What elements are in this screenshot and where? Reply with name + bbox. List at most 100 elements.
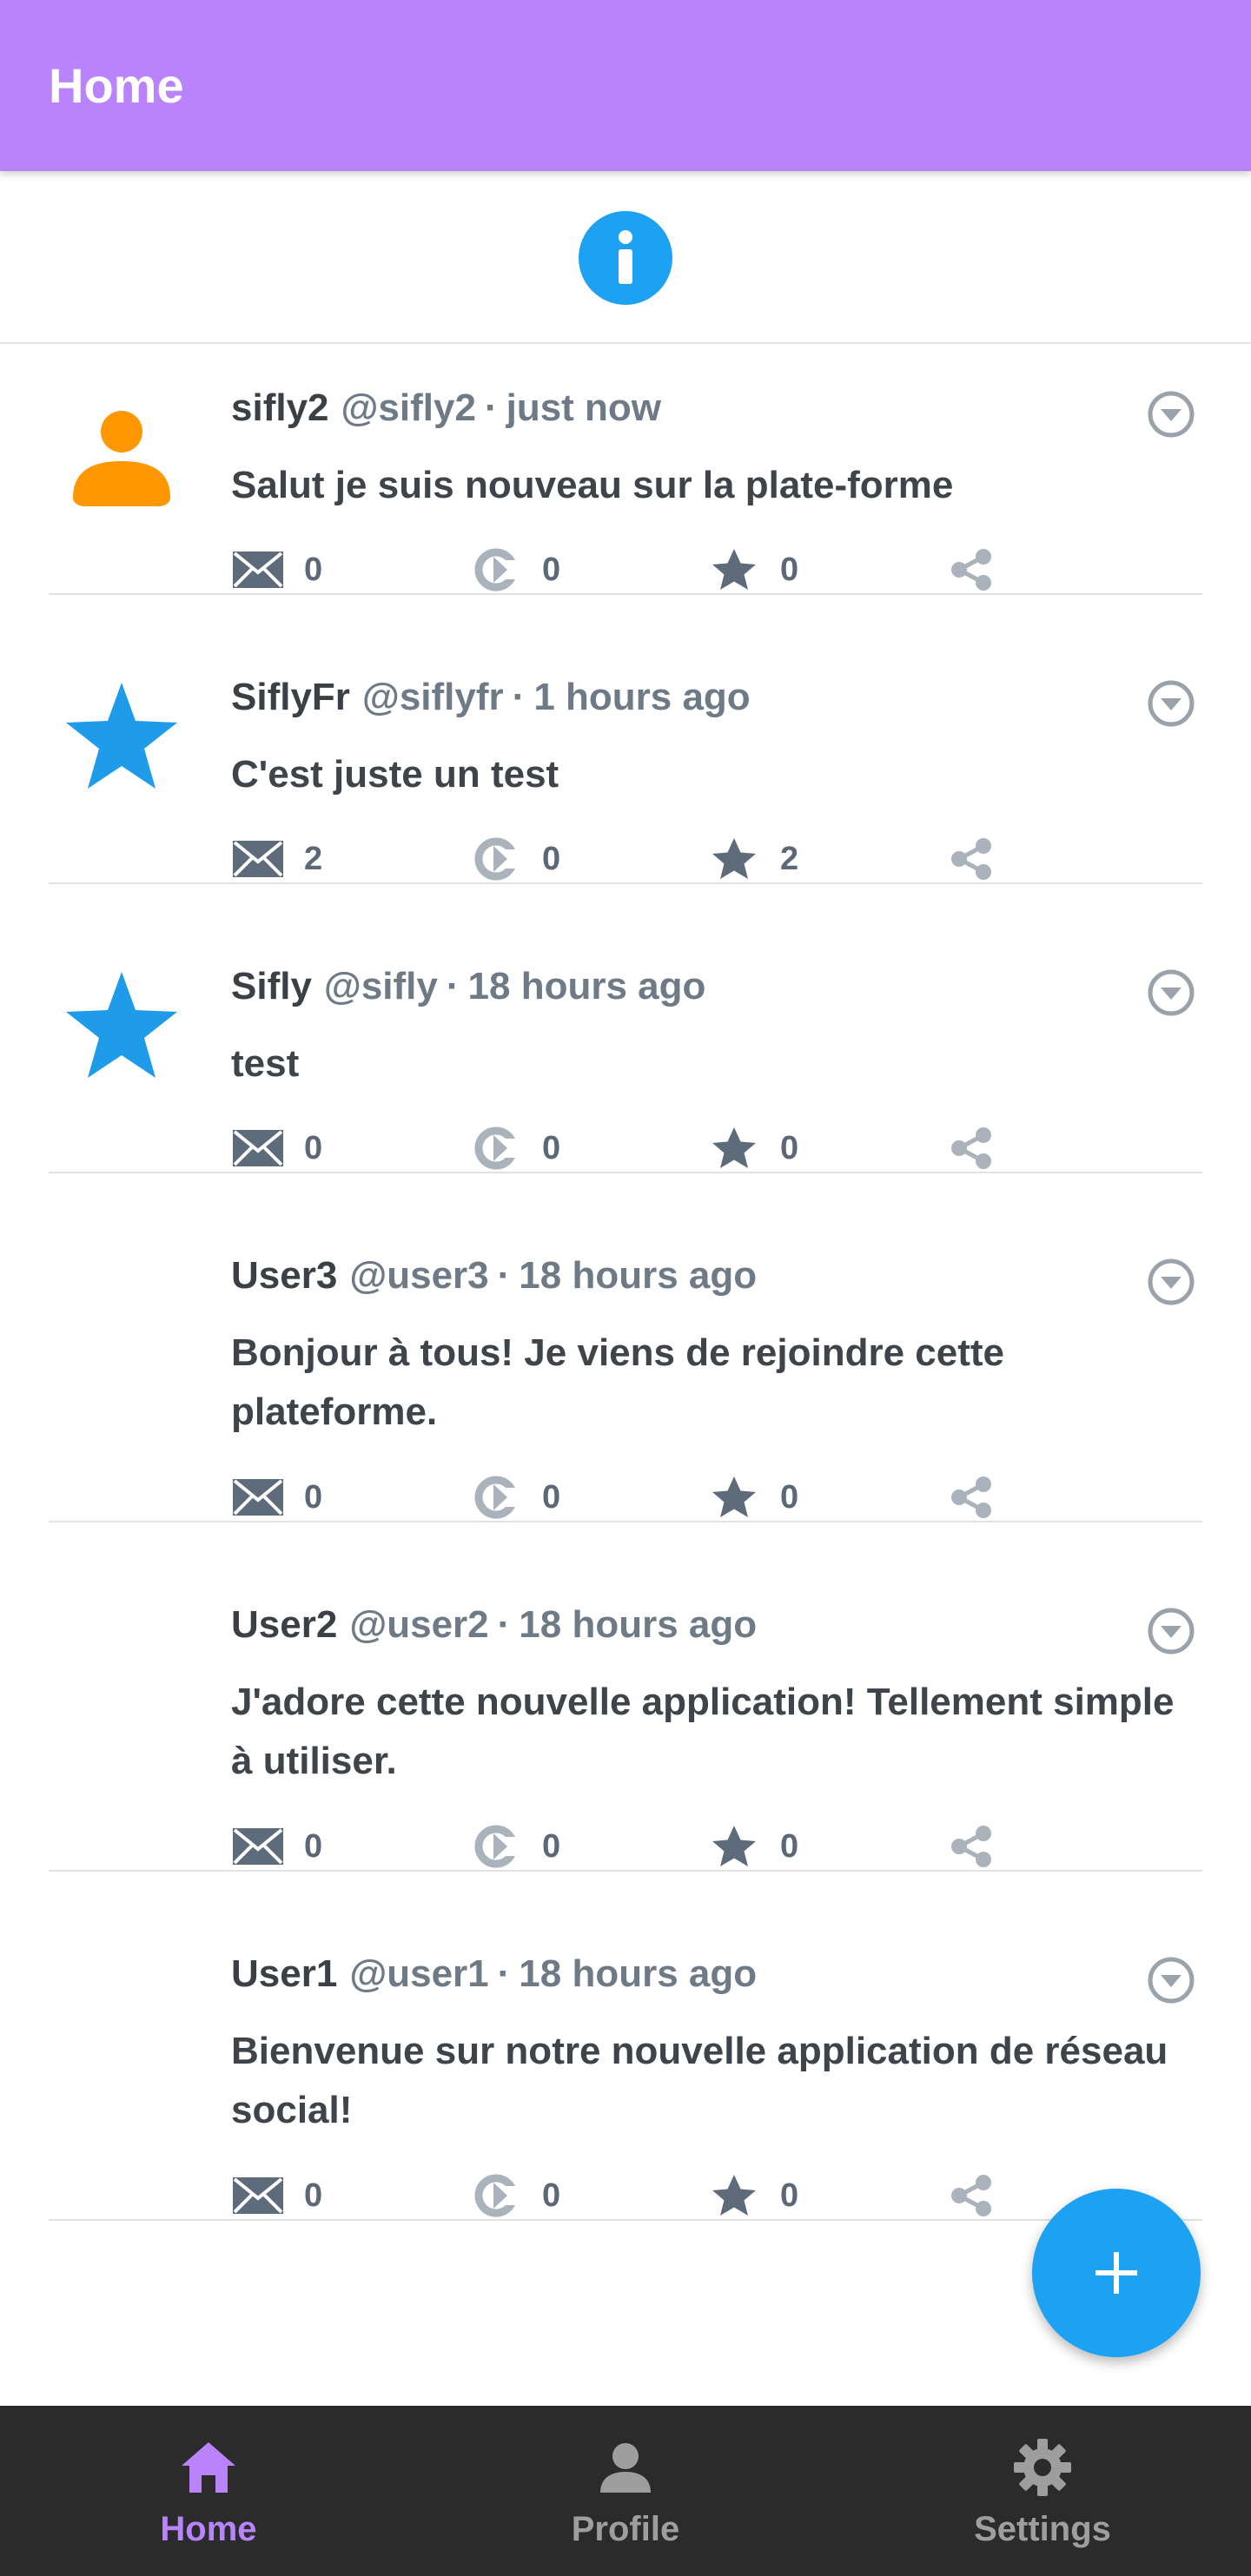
chevron-down-icon xyxy=(1148,1957,1195,2004)
repost-icon xyxy=(474,1825,519,1868)
post-header: User3 @user3 · 18 hours ago xyxy=(231,1254,757,1298)
reposts-count: 0 xyxy=(542,1478,561,1516)
post-menu-button[interactable] xyxy=(1147,1258,1195,1306)
reply-button[interactable]: 0 xyxy=(231,2171,322,2220)
likes-count: 0 xyxy=(780,2176,799,2214)
avatar[interactable] xyxy=(61,967,182,1088)
author-name[interactable]: User2 xyxy=(231,1603,337,1646)
replies-count: 0 xyxy=(304,551,323,588)
share-button[interactable] xyxy=(945,1822,999,1871)
person-icon xyxy=(600,2443,651,2493)
post-timestamp: 18 hours ago xyxy=(519,1254,758,1297)
mail-icon xyxy=(233,1828,283,1865)
like-button[interactable]: 0 xyxy=(707,545,798,594)
repost-icon xyxy=(474,1126,519,1170)
person-icon xyxy=(73,411,170,506)
info-icon[interactable] xyxy=(579,211,672,305)
separator-dot: · xyxy=(484,386,498,429)
nav-label-profile: Profile xyxy=(571,2510,680,2548)
post-menu-button[interactable] xyxy=(1147,390,1195,439)
likes-count: 0 xyxy=(780,1129,799,1166)
author-name[interactable]: Sifly xyxy=(231,965,312,1007)
share-icon xyxy=(951,1826,991,1867)
author-handle[interactable]: @sifly xyxy=(324,965,438,1007)
author-name[interactable]: User1 xyxy=(231,1952,337,1995)
author-handle[interactable]: @user2 xyxy=(349,1603,488,1646)
nav-profile[interactable]: Profile xyxy=(495,2406,756,2576)
share-button[interactable] xyxy=(945,835,999,883)
repost-button[interactable]: 0 xyxy=(469,1822,560,1871)
reposts-count: 0 xyxy=(542,1827,561,1865)
mail-icon xyxy=(233,1479,283,1516)
post-menu-button[interactable] xyxy=(1147,968,1195,1017)
nav-settings[interactable]: Settings xyxy=(912,2406,1173,2576)
share-button[interactable] xyxy=(945,1473,999,1522)
reposts-count: 0 xyxy=(542,551,561,588)
repost-button[interactable]: 0 xyxy=(469,1473,560,1522)
reply-button[interactable]: 0 xyxy=(231,545,322,594)
post-text: J'adore cette nouvelle application! Tell… xyxy=(231,1681,1175,1782)
post-timestamp: 18 hours ago xyxy=(467,965,706,1007)
like-button[interactable]: 0 xyxy=(707,2171,798,2220)
like-button[interactable]: 0 xyxy=(707,1822,798,1871)
share-button[interactable] xyxy=(945,2171,999,2220)
chevron-down-icon xyxy=(1148,1258,1195,1305)
divider xyxy=(49,882,1202,884)
nav-label-home: Home xyxy=(160,2510,257,2548)
chevron-down-icon xyxy=(1148,680,1195,727)
post-menu-button[interactable] xyxy=(1147,1956,1195,2005)
separator-dot: · xyxy=(497,1254,511,1297)
author-handle[interactable]: @siflyfr xyxy=(362,676,504,718)
likes-count: 0 xyxy=(780,1478,799,1516)
chevron-down-icon xyxy=(1148,391,1195,438)
mail-icon xyxy=(233,1130,283,1166)
replies-count: 0 xyxy=(304,1129,323,1166)
star-icon xyxy=(712,1826,756,1866)
repost-button[interactable]: 0 xyxy=(469,545,560,594)
reposts-count: 0 xyxy=(542,840,561,877)
star-icon xyxy=(712,1476,756,1517)
bottom-navigation: Home Profile Settings xyxy=(0,2406,1251,2576)
share-icon xyxy=(951,1476,991,1518)
reply-button[interactable]: 0 xyxy=(231,1473,322,1522)
separator-dot: · xyxy=(497,1603,511,1646)
app-bar: Home xyxy=(0,0,1251,171)
divider xyxy=(49,593,1202,595)
repost-button[interactable]: 0 xyxy=(469,1124,560,1172)
author-handle[interactable]: @user3 xyxy=(349,1254,488,1297)
mail-icon xyxy=(233,841,283,877)
nav-home[interactable]: Home xyxy=(78,2406,339,2576)
star-icon xyxy=(712,2175,756,2216)
share-icon xyxy=(951,2175,991,2216)
divider xyxy=(49,1870,1202,1872)
repost-button[interactable]: 0 xyxy=(469,835,560,883)
like-button[interactable]: 2 xyxy=(707,835,798,883)
post-timestamp: 18 hours ago xyxy=(519,1952,758,1995)
repost-icon xyxy=(474,548,519,591)
compose-button[interactable] xyxy=(1032,2189,1201,2357)
like-button[interactable]: 0 xyxy=(707,1124,798,1172)
post-header: Sifly @sifly · 18 hours ago xyxy=(231,965,705,1008)
mail-icon xyxy=(233,2177,283,2214)
author-name[interactable]: User3 xyxy=(231,1254,337,1297)
author-name[interactable]: sifly2 xyxy=(231,386,329,429)
share-icon xyxy=(951,1127,991,1169)
share-button[interactable] xyxy=(945,1124,999,1172)
avatar[interactable] xyxy=(61,677,182,799)
reply-button[interactable]: 0 xyxy=(231,1822,322,1871)
author-handle[interactable]: @sifly2 xyxy=(341,386,476,429)
reply-button[interactable]: 2 xyxy=(231,835,322,883)
star-icon xyxy=(66,683,177,789)
share-button[interactable] xyxy=(945,545,999,594)
reply-button[interactable]: 0 xyxy=(231,1124,322,1172)
repost-button[interactable]: 0 xyxy=(469,2171,560,2220)
post-menu-button[interactable] xyxy=(1147,1607,1195,1655)
author-name[interactable]: SiflyFr xyxy=(231,676,350,718)
like-button[interactable]: 0 xyxy=(707,1473,798,1522)
post-menu-button[interactable] xyxy=(1147,679,1195,728)
divider xyxy=(49,1521,1202,1522)
avatar[interactable] xyxy=(61,386,182,508)
replies-count: 0 xyxy=(304,1827,323,1865)
repost-icon xyxy=(474,837,519,881)
author-handle[interactable]: @user1 xyxy=(349,1952,488,1995)
